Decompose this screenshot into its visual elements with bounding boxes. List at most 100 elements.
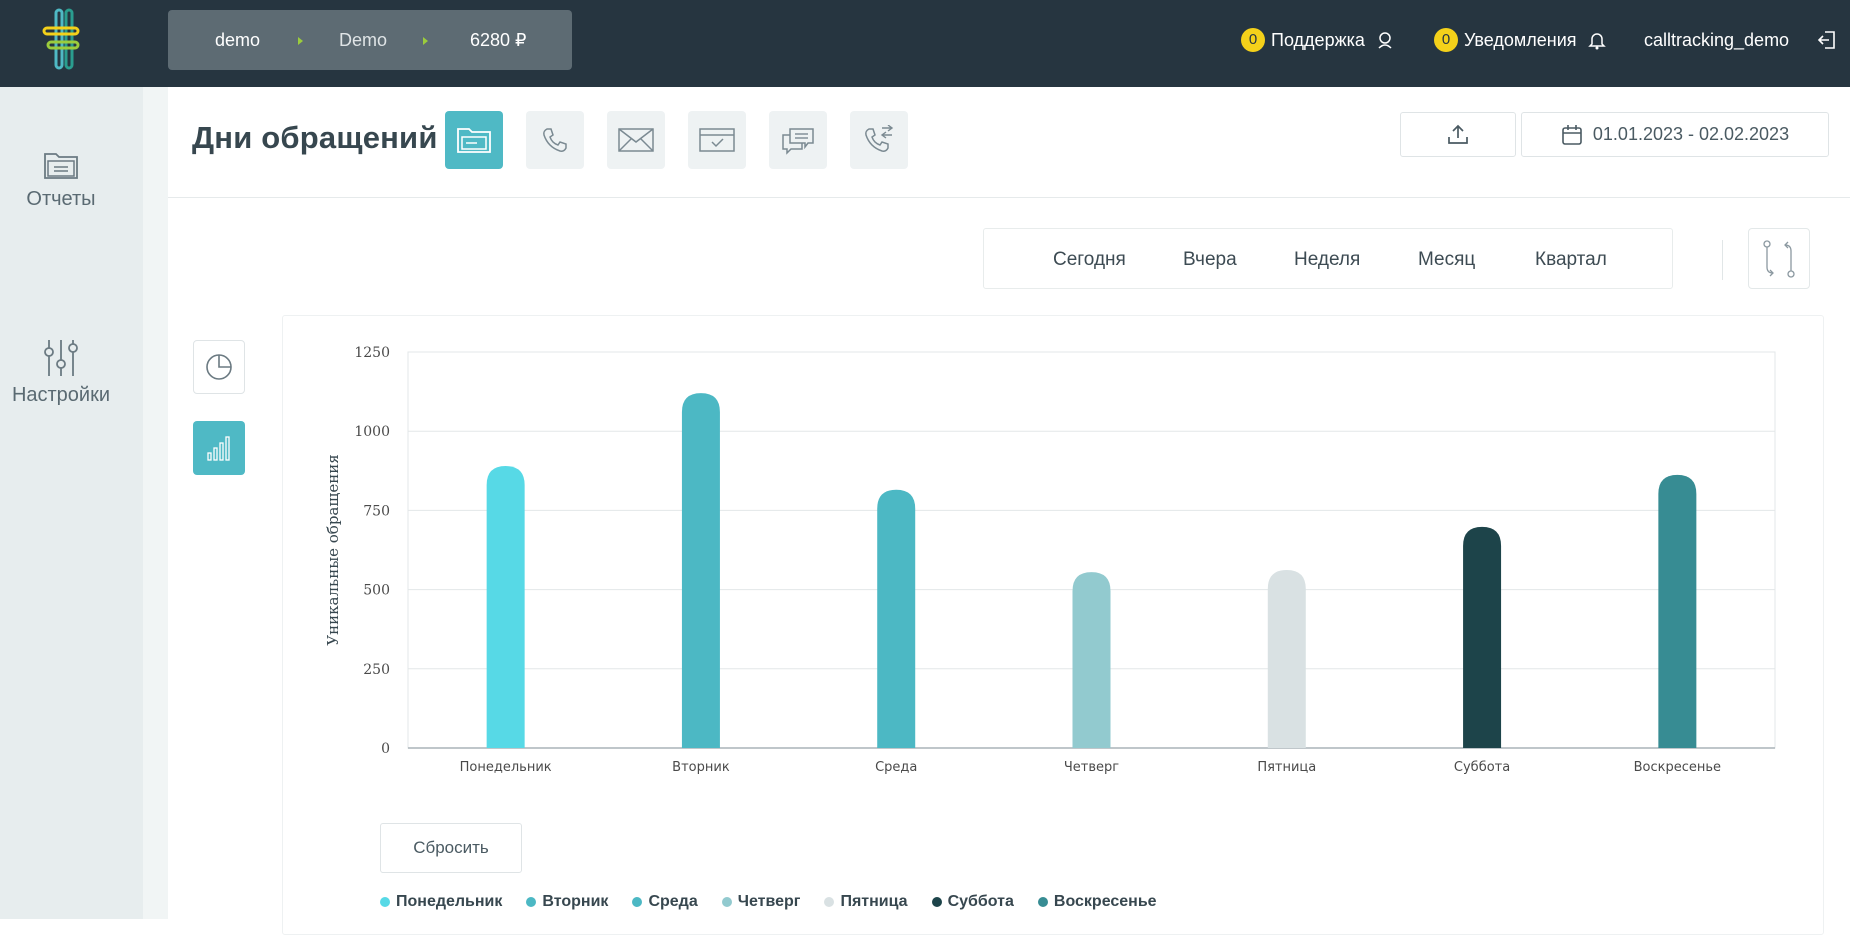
breadcrumb-arrow-icon xyxy=(423,37,428,45)
legend-item[interactable]: Воскресенье xyxy=(1037,893,1157,911)
account-project[interactable]: Demo xyxy=(339,10,387,70)
sidebar-item-reports-label: Отчеты xyxy=(26,188,96,210)
y-tick-label: 0 xyxy=(381,741,390,757)
x-tick-label: Воскресенье xyxy=(1634,760,1721,775)
legend-label: Пятница xyxy=(840,893,908,910)
bar-5[interactable] xyxy=(1267,569,1306,748)
folder-icon xyxy=(457,128,491,153)
legend-item[interactable]: Понедельник xyxy=(380,893,502,911)
y-tick-label: 750 xyxy=(363,503,390,519)
reset-button[interactable]: Сбросить xyxy=(380,823,522,873)
compare-periods-button[interactable] xyxy=(1748,228,1810,289)
legend-dot-icon xyxy=(824,897,835,907)
notifications-count-badge: 0 xyxy=(1434,28,1458,52)
callback-icon xyxy=(865,125,894,152)
breadcrumb-arrow-icon xyxy=(298,37,303,45)
notifications-label: Уведомления xyxy=(1464,29,1577,50)
legend-item[interactable]: Пятница xyxy=(824,893,908,911)
sidebar xyxy=(0,87,143,919)
date-range-label: 01.01.2023 - 02.02.2023 xyxy=(1592,124,1790,144)
bar-chart: 0 250 500 750 1000 1250 Уникальные обращения По… xyxy=(324,345,1776,775)
sidebar-item-settings[interactable]: Настройки xyxy=(0,338,122,407)
period-quarter[interactable]: Квартал xyxy=(1535,229,1607,290)
sliders-icon xyxy=(44,340,78,376)
x-tick-label: Суббота xyxy=(1454,760,1510,775)
upload-icon xyxy=(1448,124,1468,144)
legend-label: Суббота xyxy=(947,893,1014,910)
type-forms-button[interactable] xyxy=(688,111,746,169)
form-icon xyxy=(699,128,735,152)
legend-item[interactable]: Четверг xyxy=(721,893,801,911)
divider xyxy=(1722,240,1723,280)
bar-7[interactable] xyxy=(1658,474,1697,748)
type-chats-button[interactable] xyxy=(769,111,827,169)
legend-label: Вторник xyxy=(542,893,609,910)
y-tick-label: 1250 xyxy=(354,345,390,361)
bar-6[interactable] xyxy=(1463,526,1502,748)
pie-chart-icon xyxy=(206,354,232,380)
x-tick-label: Пятница xyxy=(1257,760,1316,775)
account-login[interactable]: demo xyxy=(215,10,260,70)
sidebar-item-reports[interactable]: Отчеты xyxy=(0,148,122,211)
period-selector: Сегодня Вчера Неделя Месяц Квартал xyxy=(983,228,1673,289)
logo-icon[interactable] xyxy=(38,6,88,72)
bar-4[interactable] xyxy=(1072,572,1111,748)
legend-dot-icon xyxy=(526,897,537,907)
x-tick-label: Понедельник xyxy=(460,760,552,775)
type-calls-button[interactable] xyxy=(526,111,584,169)
legend-label: Понедельник xyxy=(396,893,503,910)
bell-icon xyxy=(1587,33,1606,50)
period-yesterday[interactable]: Вчера xyxy=(1183,229,1237,290)
account-balance[interactable]: 6280 ₽ xyxy=(470,10,527,70)
legend-dot-icon xyxy=(721,897,732,907)
user-name-label: calltracking_demo xyxy=(1644,29,1790,50)
legend-dot-icon xyxy=(1037,897,1048,907)
legend-label: Четверг xyxy=(737,893,801,910)
y-tick-label: 500 xyxy=(363,583,390,599)
envelope-icon xyxy=(618,128,654,152)
phone-icon xyxy=(543,128,567,152)
legend-dot-icon xyxy=(380,897,390,907)
legend-label: Воскресенье xyxy=(1053,893,1157,910)
account-selector[interactable]: demo Demo 6280 ₽ xyxy=(168,10,572,70)
legend-item[interactable]: Среда xyxy=(632,893,698,911)
bar-chart-button[interactable] xyxy=(193,421,245,475)
x-tick-label: Вторник xyxy=(672,760,730,775)
logout-button[interactable] xyxy=(1806,0,1838,80)
sidebar-gutter xyxy=(143,87,168,919)
bar-1[interactable] xyxy=(486,466,525,748)
bar-3[interactable] xyxy=(877,489,916,748)
x-tick-label: Среда xyxy=(875,760,917,775)
export-button[interactable] xyxy=(1400,112,1516,157)
page-title: Дни обращений xyxy=(192,120,438,155)
y-axis-label: Уникальные обращения xyxy=(324,454,342,645)
legend-label: Среда xyxy=(648,893,698,910)
bar-chart-icon xyxy=(207,436,230,461)
period-today[interactable]: Сегодня xyxy=(1053,229,1126,290)
calendar-icon xyxy=(1562,124,1582,145)
type-all-button[interactable] xyxy=(445,111,503,169)
date-range-picker[interactable]: 01.01.2023 - 02.02.2023 xyxy=(1521,112,1829,157)
legend-item[interactable]: Вторник xyxy=(526,893,608,911)
support-link[interactable]: 0 Поддержка xyxy=(1241,0,1395,80)
type-email-button[interactable] xyxy=(607,111,665,169)
type-callback-button[interactable] xyxy=(850,111,908,169)
top-bar: demo Demo 6280 ₽ 0 Поддержка 0 Уведомлен… xyxy=(0,0,1850,87)
folder-icon xyxy=(44,153,78,179)
chart-legend: Понедельник Вторник Среда Четверг Пятница Суб… xyxy=(380,893,1181,911)
logout-icon xyxy=(1817,31,1835,49)
y-tick-label: 1000 xyxy=(354,424,390,440)
support-icon xyxy=(1378,32,1392,49)
period-week[interactable]: Неделя xyxy=(1294,229,1360,290)
legend-item[interactable]: Суббота xyxy=(931,893,1014,911)
notifications-link[interactable]: 0 Уведомления xyxy=(1434,0,1607,80)
y-tick-label: 250 xyxy=(363,662,390,678)
period-month[interactable]: Месяц xyxy=(1418,229,1475,290)
support-count-badge: 0 xyxy=(1241,28,1265,52)
bar-2[interactable] xyxy=(681,393,720,748)
header-divider xyxy=(168,197,1850,198)
pie-chart-button[interactable] xyxy=(193,340,245,394)
legend-dot-icon xyxy=(632,897,643,907)
sidebar-item-settings-label: Настройки xyxy=(11,384,111,406)
user-name[interactable]: calltracking_demo xyxy=(1644,0,1789,80)
